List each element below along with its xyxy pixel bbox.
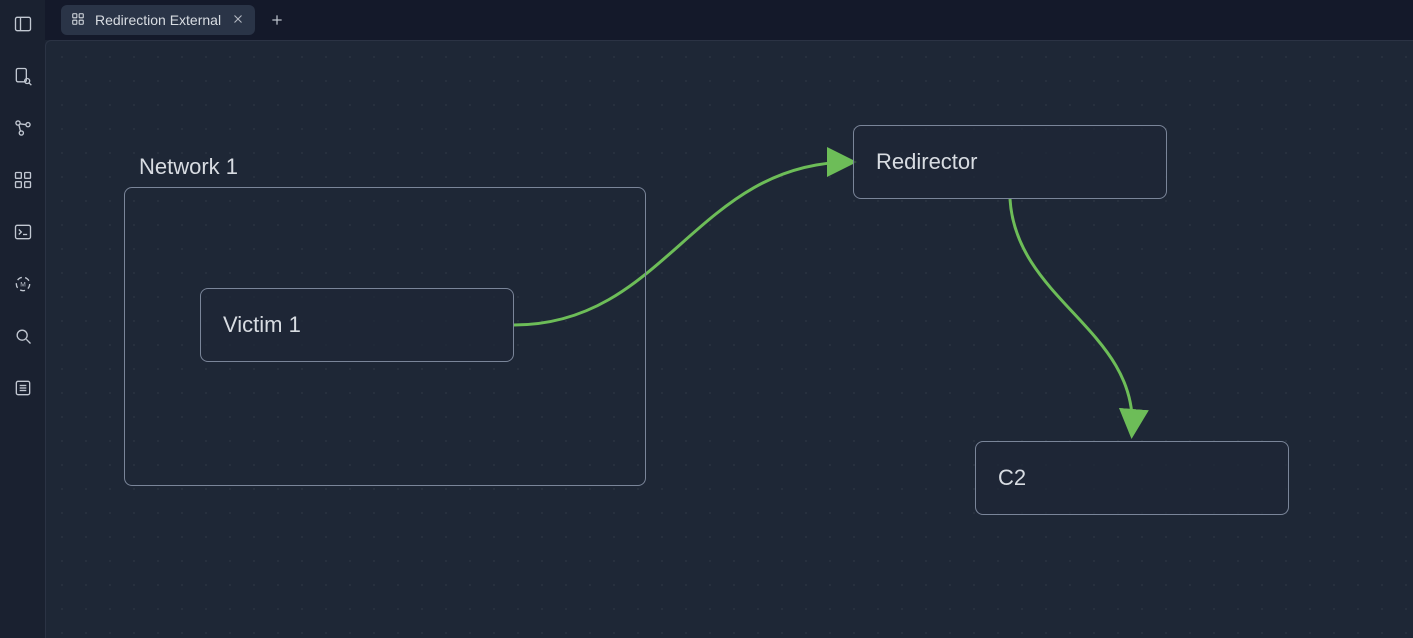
apps-icon[interactable] (7, 164, 39, 196)
node-redirector[interactable]: Redirector (853, 125, 1167, 199)
node-victim-1[interactable]: Victim 1 (200, 288, 514, 362)
tab-title: Redirection External (95, 12, 221, 28)
close-icon[interactable] (231, 12, 245, 29)
tab-redirection-external[interactable]: Redirection External (61, 5, 255, 35)
activity-bar: M (0, 0, 45, 638)
group-title: Network 1 (133, 154, 244, 180)
diagram-canvas[interactable]: Network 1 Victim 1 Redirector C2 (45, 40, 1413, 638)
node-label: Redirector (876, 149, 977, 175)
diagram: Network 1 Victim 1 Redirector C2 (46, 41, 1413, 638)
graph-icon[interactable] (7, 112, 39, 144)
edge-redirector-to-c2 (1010, 199, 1132, 433)
node-label: C2 (998, 465, 1026, 491)
panel-toggle-icon[interactable] (7, 8, 39, 40)
add-tab-button[interactable] (265, 8, 289, 32)
terminal-icon[interactable] (7, 216, 39, 248)
tab-diagram-icon (71, 12, 85, 29)
list-icon[interactable] (7, 372, 39, 404)
sync-icon[interactable]: M (7, 268, 39, 300)
node-label: Victim 1 (223, 312, 301, 338)
svg-text:M: M (20, 282, 26, 289)
tab-bar: Redirection External (45, 0, 1413, 40)
search-icon[interactable] (7, 320, 39, 352)
node-c2[interactable]: C2 (975, 441, 1289, 515)
data-explorer-icon[interactable] (7, 60, 39, 92)
